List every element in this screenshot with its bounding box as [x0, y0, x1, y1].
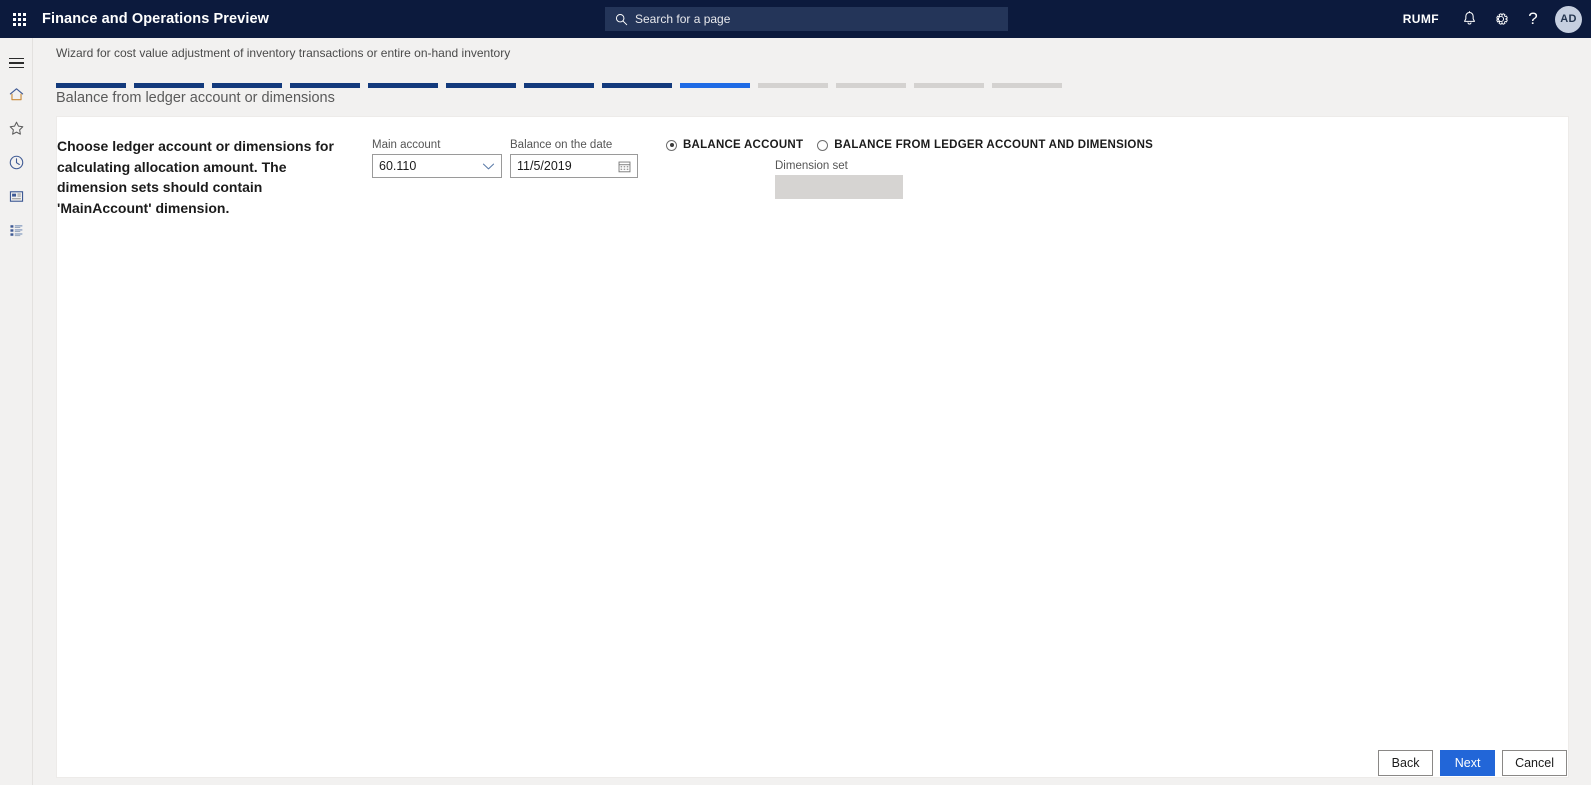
- gear-icon[interactable]: [1485, 0, 1517, 38]
- balance-date-input[interactable]: 11/5/2019: [510, 154, 638, 178]
- clock-icon: [8, 154, 25, 176]
- progress-segment-11: [836, 83, 906, 88]
- radio-selected-icon[interactable]: [666, 139, 677, 151]
- sidebar-item-recent[interactable]: [0, 148, 33, 182]
- main-content: Wizard for cost value adjustment of inve…: [34, 38, 1591, 785]
- next-button[interactable]: Next: [1440, 749, 1496, 776]
- balance-date-field: Balance on the date 11/5/2019: [510, 139, 638, 178]
- progress-segment-7: [524, 83, 594, 88]
- progress-segment-12: [914, 83, 984, 88]
- main-account-field: Main account 60.110: [372, 139, 502, 178]
- modules-icon: [8, 222, 25, 244]
- progress-segment-3: [212, 83, 282, 88]
- help-glyph: ?: [1528, 9, 1538, 28]
- dimension-set-input: [775, 175, 903, 199]
- cancel-button[interactable]: Cancel: [1502, 749, 1567, 776]
- avatar[interactable]: AD: [1555, 5, 1582, 33]
- balance-source-radio-group: Balance account Balance from ledger accou…: [666, 139, 1167, 151]
- chevron-down-icon[interactable]: [482, 162, 495, 171]
- calendar-icon[interactable]: [618, 160, 631, 173]
- top-navigation-bar: Finance and Operations Preview Search fo…: [0, 0, 1591, 38]
- company-selector[interactable]: RUMF: [1403, 12, 1439, 26]
- radio-option-label: Balance account: [683, 139, 804, 151]
- instruction-text: Choose ledger account or dimensions for …: [57, 138, 334, 216]
- wizard-footer: Back Next Cancel: [34, 740, 1591, 785]
- radio-unselected-icon[interactable]: [817, 139, 829, 151]
- balance-date-value: 11/5/2019: [517, 159, 572, 173]
- wizard-progress-bar: [56, 83, 1062, 88]
- progress-segment-9: [680, 83, 750, 88]
- main-account-value: 60.110: [379, 159, 417, 173]
- bell-icon[interactable]: [1453, 0, 1485, 38]
- search-box[interactable]: Search for a page: [605, 7, 1008, 31]
- progress-segment-1: [56, 83, 126, 88]
- progress-segment-10: [758, 83, 828, 88]
- radio-option-1[interactable]: Balance account: [666, 139, 803, 151]
- progress-segment-2: [134, 83, 204, 88]
- left-navigation-rail: [0, 38, 33, 785]
- page-title: Balance from ledger account or dimension…: [56, 90, 335, 106]
- wizard-panel: Choose ledger account or dimensions for …: [56, 116, 1569, 778]
- back-button[interactable]: Back: [1378, 749, 1434, 776]
- progress-segment-13: [992, 83, 1062, 88]
- menu-icon: [9, 57, 24, 69]
- dimension-set-label: Dimension set: [775, 160, 848, 172]
- star-icon: [8, 120, 25, 142]
- app-title: Finance and Operations Preview: [42, 11, 270, 27]
- search-input[interactable]: Search for a page: [635, 12, 730, 26]
- dimension-set-field: Dimension set: [775, 160, 903, 199]
- progress-segment-6: [446, 83, 516, 88]
- workspace-icon: [8, 188, 25, 210]
- radio-option-label: Balance from ledger account and dimensio…: [834, 139, 1154, 151]
- app-launcher-grid: [12, 12, 26, 26]
- home-icon: [8, 86, 25, 108]
- top-bar-actions: RUMF ? AD: [1403, 0, 1591, 38]
- app-launcher-icon[interactable]: [0, 0, 38, 38]
- sidebar-item-menu[interactable]: [0, 46, 33, 80]
- wizard-caption: Wizard for cost value adjustment of inve…: [56, 46, 511, 60]
- progress-segment-8: [602, 83, 672, 88]
- sidebar-item-home[interactable]: [0, 80, 33, 114]
- balance-date-label: Balance on the date: [510, 139, 613, 151]
- search-icon: [615, 13, 628, 26]
- main-account-input[interactable]: 60.110: [372, 154, 502, 178]
- sidebar-item-workspaces[interactable]: [0, 182, 33, 216]
- sidebar-item-modules[interactable]: [0, 216, 33, 250]
- question-mark-icon[interactable]: ?: [1517, 0, 1549, 38]
- progress-segment-4: [290, 83, 360, 88]
- radio-option-2[interactable]: Balance from ledger account and dimensio…: [817, 139, 1153, 151]
- main-account-label: Main account: [372, 139, 441, 151]
- progress-segment-5: [368, 83, 438, 88]
- sidebar-item-favorites[interactable]: [0, 114, 33, 148]
